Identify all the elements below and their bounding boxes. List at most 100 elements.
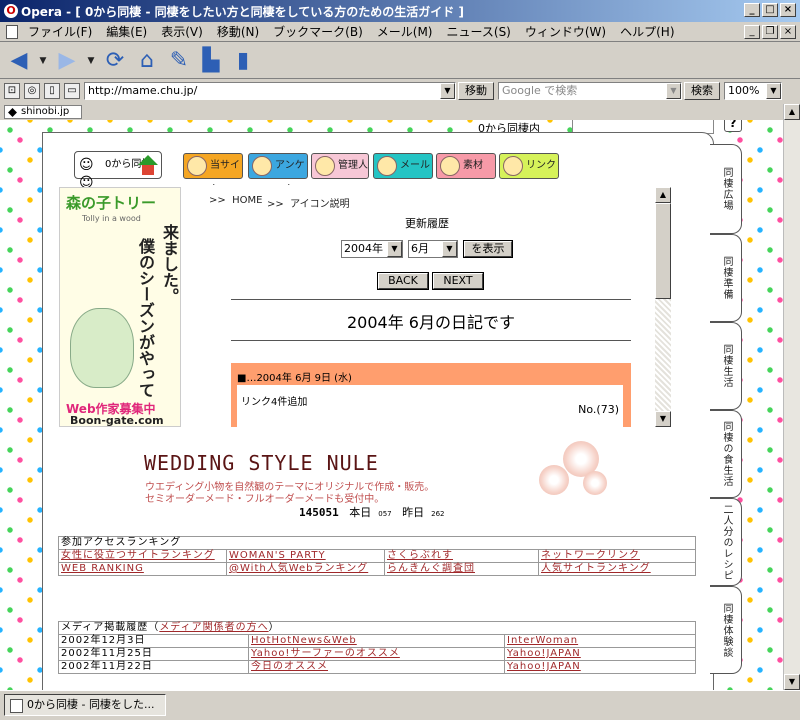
menu-help[interactable]: ヘルプ(H) xyxy=(613,23,681,40)
hotlist-icon[interactable]: ✎ xyxy=(166,48,192,74)
reload-icon[interactable]: ⟳ xyxy=(102,48,128,74)
mdi-close-button[interactable]: × xyxy=(780,25,796,39)
security-icon[interactable]: ⊡ xyxy=(4,83,20,99)
window-task-button[interactable]: 0から同棲 - 同棲をした... xyxy=(4,694,166,716)
url-dropdown-icon[interactable]: ▼ xyxy=(440,83,455,99)
nav-survey[interactable]: アンケート xyxy=(248,153,308,195)
zoom-select[interactable]: 100% ▼ xyxy=(724,82,782,100)
ranking-link[interactable]: @With人気Webランキング xyxy=(229,563,368,574)
counter-today-label: 本日 xyxy=(349,506,372,519)
side-tab-experience[interactable]: 同棲体験談 xyxy=(710,586,742,674)
ad-vertical-text-2: 来ました。 xyxy=(160,224,179,304)
menu-edit[interactable]: 編集(E) xyxy=(99,23,154,40)
side-tab-recipe[interactable]: 二人分のレシピ xyxy=(710,498,742,586)
media-link[interactable]: Yahoo!JAPAN xyxy=(507,661,581,672)
page-viewport: 0から同棲内 ? ☺☺ 0から同棲 当サイト アンケート 管理人 メール 素材 … xyxy=(0,120,783,690)
print-icon[interactable]: ▙ xyxy=(198,48,224,74)
page-scroll-up-icon[interactable]: ▲ xyxy=(784,104,800,120)
table-row: WEB RANKING @With人気Webランキング らんきんぐ調査団 人気サ… xyxy=(58,562,696,576)
menu-window[interactable]: ウィンドウ(W) xyxy=(518,23,613,40)
media-link[interactable]: Yahoo!サーファーのオススメ xyxy=(251,648,400,659)
search-dropdown-icon[interactable]: ▼ xyxy=(666,83,681,99)
site-logo[interactable]: ☺☺ 0から同棲 xyxy=(74,151,162,191)
ranking-link[interactable]: ネットワークリンク xyxy=(541,550,640,561)
menu-view[interactable]: 表示(V) xyxy=(154,23,210,40)
nav-links[interactable]: リンク xyxy=(499,153,559,179)
table-row: 2002年11月22日 今日のオススメ Yahoo!JAPAN xyxy=(58,660,696,674)
media-contact-link[interactable]: メディア関係者の方へ xyxy=(159,622,268,633)
ranking-link[interactable]: さくらぶれす xyxy=(387,550,453,561)
page-scroll-down-icon[interactable]: ▼ xyxy=(784,674,800,690)
nav-material[interactable]: 素材 xyxy=(436,153,496,179)
nav-admin[interactable]: 管理人 xyxy=(311,153,369,179)
side-tab-life[interactable]: 同棲生活 xyxy=(710,322,742,410)
close-button[interactable]: × xyxy=(780,3,796,17)
nav-about[interactable]: 当サイト xyxy=(183,153,243,195)
breadcrumb-icons-label: アイコン説明 xyxy=(290,199,350,210)
help-icon[interactable]: ? xyxy=(724,120,742,132)
copy-icon[interactable]: ▭ xyxy=(64,83,80,99)
maximize-button[interactable]: □ xyxy=(762,3,778,17)
ranking-link[interactable]: 人気サイトランキング xyxy=(541,563,651,574)
breadcrumb-icons[interactable]: >> アイコン説明 xyxy=(267,195,350,210)
ranking-table: 参加アクセスランキング 女性に役立つサイトランキング WOMAN'S PARTY… xyxy=(58,536,696,576)
diary-scroll-up-icon[interactable]: ▲ xyxy=(655,187,671,203)
side-tab-plaza[interactable]: 同棲広場 xyxy=(710,144,742,234)
search-field[interactable]: Google で検索 ▼ xyxy=(498,82,682,100)
breadcrumb-home[interactable]: >> HOME xyxy=(209,195,262,206)
content-panel: ☺☺ 0から同棲 当サイト アンケート 管理人 メール 素材 リンク 森の子トリ… xyxy=(42,132,714,690)
menu-news[interactable]: ニュース(S) xyxy=(439,23,517,40)
ranking-link[interactable]: 女性に役立つサイトランキング xyxy=(61,550,215,561)
ranking-link[interactable]: WEB RANKING xyxy=(61,563,144,574)
ad-vertical-text-1: 僕のシーズンがやって xyxy=(136,238,155,398)
mdi-restore-button[interactable]: ❐ xyxy=(762,25,778,39)
back-button[interactable]: BACK xyxy=(377,272,429,290)
forward-dropdown-icon[interactable]: ▼ xyxy=(86,48,96,74)
page-info-icon[interactable]: ▯ xyxy=(44,83,60,99)
diary-scroll-down-icon[interactable]: ▼ xyxy=(655,411,671,427)
mdi-minimize-button[interactable]: _ xyxy=(744,25,760,39)
back-dropdown-icon[interactable]: ▼ xyxy=(38,48,48,74)
ranking-link[interactable]: WOMAN'S PARTY xyxy=(229,550,326,561)
menu-navigate[interactable]: 移動(N) xyxy=(210,23,266,40)
back-arrow-icon[interactable]: ◀ xyxy=(6,48,32,74)
go-button[interactable]: 移動 xyxy=(458,82,494,100)
year-dropdown-icon[interactable]: ▼ xyxy=(387,241,402,257)
search-button[interactable]: 検索 xyxy=(684,82,720,100)
camera-icon[interactable]: ◎ xyxy=(24,83,40,99)
month-select[interactable]: 6月 ▼ xyxy=(408,240,458,258)
media-link[interactable]: Yahoo!JAPAN xyxy=(507,648,581,659)
diary-scrollbar[interactable]: ▲ ▼ xyxy=(655,187,671,427)
year-value: 2004年 xyxy=(344,242,383,255)
media-link[interactable]: InterWoman xyxy=(507,635,578,646)
side-tab-prep[interactable]: 同棲準備 xyxy=(710,234,742,322)
ad-domain: Boon-gate.com xyxy=(70,414,164,427)
year-select[interactable]: 2004年 ▼ xyxy=(341,240,403,258)
table-row: 2002年12月3日 HotHotNews&Web InterWoman xyxy=(58,634,696,648)
show-button[interactable]: を表示 xyxy=(463,240,513,258)
page-scrollbar[interactable]: ▲ ▼ xyxy=(783,104,800,690)
zoom-value: 100% xyxy=(728,84,760,97)
menu-bookmarks[interactable]: ブックマーク(B) xyxy=(266,23,370,40)
media-link[interactable]: HotHotNews&Web xyxy=(251,635,357,646)
side-tab-food[interactable]: 同棲の食生活 xyxy=(710,410,742,498)
month-dropdown-icon[interactable]: ▼ xyxy=(442,241,457,257)
cat-face-icon xyxy=(252,156,272,176)
home-icon[interactable]: ⌂ xyxy=(134,48,160,74)
diary-scroll-thumb[interactable] xyxy=(655,203,671,299)
minimize-button[interactable]: _ xyxy=(744,3,760,17)
ad-banner-tolly[interactable]: 森の子トリー Tolly in a wood 来ました。 僕のシーズンがやって … xyxy=(59,187,181,427)
new-page-icon[interactable]: ▮ xyxy=(230,48,256,74)
menu-mail[interactable]: メール(M) xyxy=(370,23,440,40)
forward-arrow-icon[interactable]: ▶ xyxy=(54,48,80,74)
zoom-dropdown-icon[interactable]: ▼ xyxy=(766,83,781,99)
menu-file[interactable]: ファイル(F) xyxy=(21,23,99,40)
media-link[interactable]: 今日のオススメ xyxy=(251,661,328,672)
ranking-link[interactable]: らんきんぐ調査団 xyxy=(387,563,475,574)
wedding-ad-title[interactable]: WEDDING STYLE NULE xyxy=(144,451,379,475)
url-field[interactable]: http://mame.chu.jp/ ▼ xyxy=(84,82,456,100)
page-tab[interactable]: shinobi.jp xyxy=(4,105,82,119)
nav-mail[interactable]: メール xyxy=(373,153,433,179)
history-label: 更新履歴 xyxy=(405,217,449,230)
next-button[interactable]: NEXT xyxy=(432,272,484,290)
